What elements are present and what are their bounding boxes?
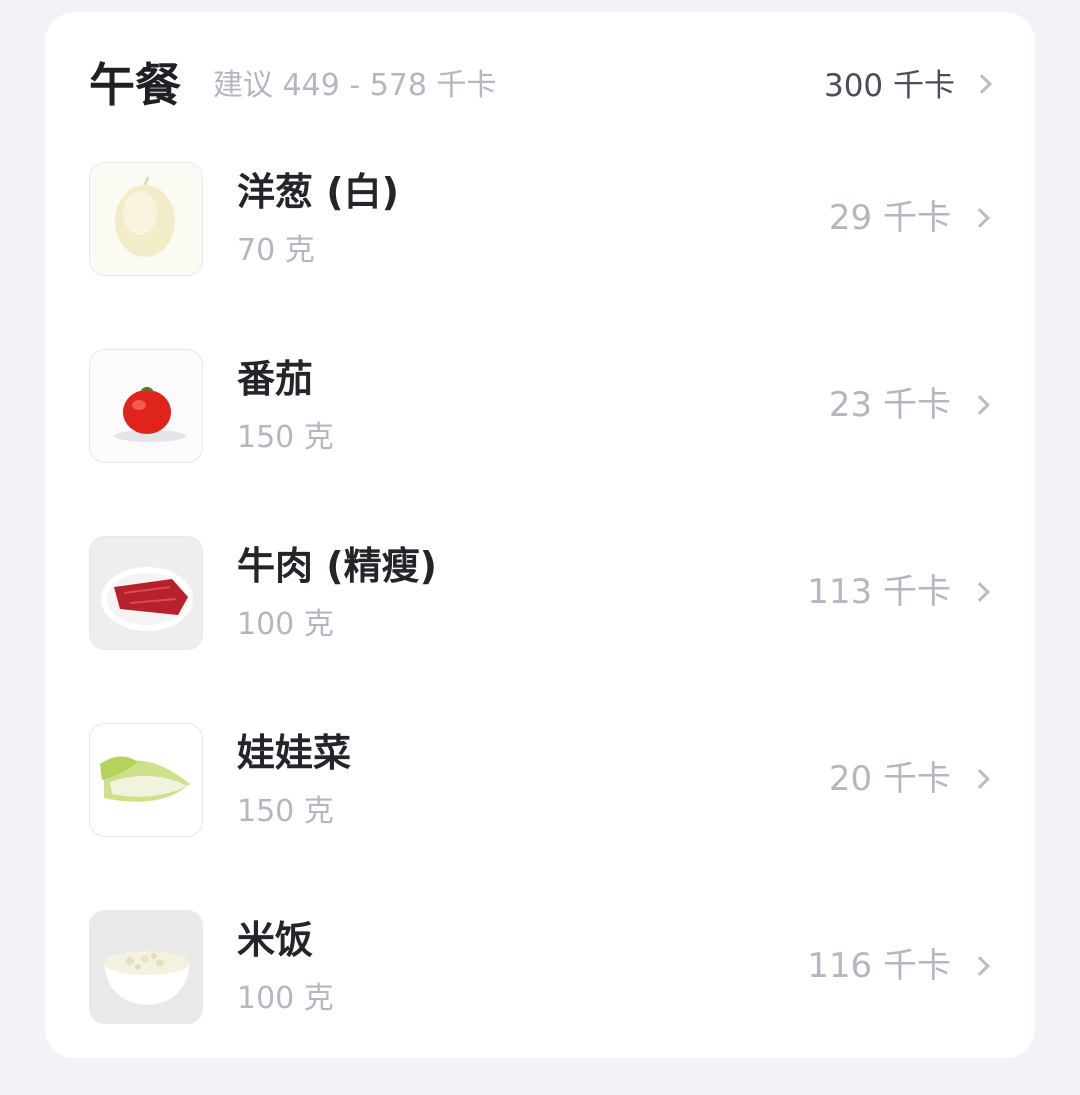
food-quantity: 70 克 bbox=[237, 233, 315, 268]
food-name: 米饭 bbox=[237, 918, 314, 962]
food-quantity: 150 克 bbox=[237, 794, 334, 829]
food-calories: 113 千卡 bbox=[807, 572, 951, 612]
food-item-rice[interactable]: 米饭 100 克 116 千卡 bbox=[45, 908, 1035, 1095]
food-name: 番茄 bbox=[237, 357, 314, 401]
food-name: 洋葱 (白) bbox=[237, 170, 399, 214]
meal-suggestion: 建议 449 - 578 千卡 bbox=[213, 68, 497, 103]
food-quantity: 100 克 bbox=[237, 981, 334, 1016]
food-item-onion[interactable]: 洋葱 (白) 70 克 29 千卡 bbox=[45, 160, 1035, 347]
rice-icon bbox=[89, 910, 203, 1024]
chevron-right-icon bbox=[970, 769, 990, 789]
food-name: 娃娃菜 bbox=[237, 731, 352, 775]
food-item-tomato[interactable]: 番茄 150 克 23 千卡 bbox=[45, 347, 1035, 534]
baby-cabbage-icon bbox=[89, 723, 203, 837]
tomato-icon bbox=[89, 349, 203, 463]
onion-icon bbox=[89, 162, 203, 276]
food-calories: 20 千卡 bbox=[828, 759, 951, 799]
meal-title: 午餐 bbox=[89, 58, 181, 112]
chevron-right-icon bbox=[972, 74, 992, 94]
food-list: 洋葱 (白) 70 克 29 千卡 番茄 150 克 23 千卡 牛肉 (精瘦)… bbox=[45, 160, 1035, 1095]
food-quantity: 150 克 bbox=[237, 420, 334, 455]
food-calories: 116 千卡 bbox=[807, 946, 951, 986]
chevron-right-icon bbox=[970, 208, 990, 228]
chevron-right-icon bbox=[970, 956, 990, 976]
meal-header[interactable]: 午餐 建议 449 - 578 千卡 300 千卡 bbox=[45, 12, 1035, 162]
lunch-card: 午餐 建议 449 - 578 千卡 300 千卡 洋葱 (白) 70 克 29… bbox=[45, 12, 1035, 1058]
chevron-right-icon bbox=[970, 395, 990, 415]
food-calories: 23 千卡 bbox=[828, 385, 951, 425]
food-name: 牛肉 (精瘦) bbox=[237, 544, 437, 588]
food-item-beef[interactable]: 牛肉 (精瘦) 100 克 113 千卡 bbox=[45, 534, 1035, 721]
chevron-right-icon bbox=[970, 582, 990, 602]
food-quantity: 100 克 bbox=[237, 607, 334, 642]
beef-icon bbox=[89, 536, 203, 650]
meal-total-calories: 300 千卡 bbox=[823, 68, 955, 104]
food-calories: 29 千卡 bbox=[828, 198, 951, 238]
food-item-baby-cabbage[interactable]: 娃娃菜 150 克 20 千卡 bbox=[45, 721, 1035, 908]
